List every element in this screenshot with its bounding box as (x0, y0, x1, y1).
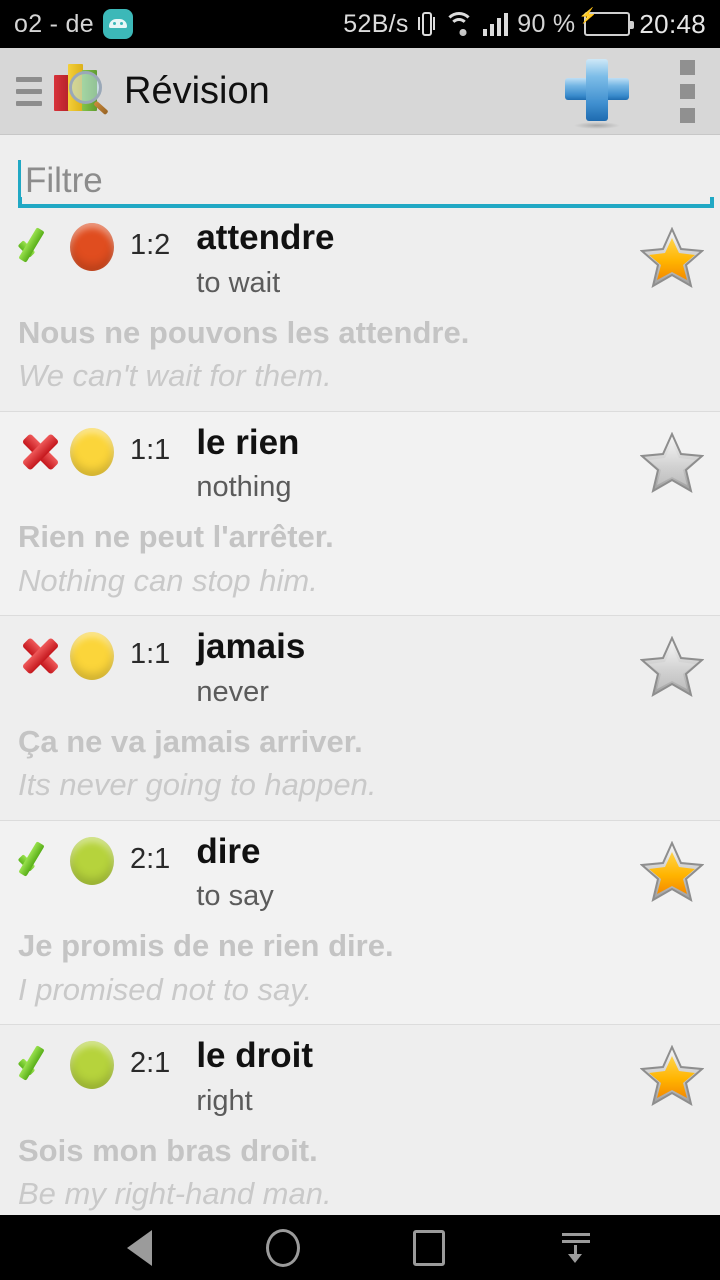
favorite-star-icon[interactable] (640, 227, 704, 289)
favorite-star-icon[interactable] (640, 636, 704, 698)
word-block: le rien nothing (196, 422, 640, 505)
score-ratio: 1:1 (130, 433, 171, 466)
status-dot-icon (70, 1041, 114, 1090)
search-input[interactable]: Filtre (18, 155, 702, 207)
term-label: jamais (196, 627, 306, 667)
example-block: Rien ne peut l'arrêter. Nothing can stop… (14, 518, 706, 601)
green-check-icon (14, 1041, 66, 1093)
example-target: Be my right-hand man. (18, 1176, 332, 1212)
score-ratio: 2:1 (130, 1047, 171, 1080)
hamburger-menu-icon[interactable] (16, 76, 42, 106)
list-item[interactable]: 1:1 le rien nothing Rien ne peut l'arrêt… (0, 411, 720, 617)
favorite-star-icon[interactable] (640, 1045, 704, 1107)
score-ratio: 1:1 (130, 638, 171, 671)
term-label: attendre (196, 218, 335, 257)
status-bar-right: 52B/s 90 % ⚡ 20:48 (343, 9, 706, 40)
text-caret (18, 160, 21, 202)
translation-label: to wait (196, 266, 281, 299)
status-dot-icon (70, 223, 114, 271)
term-label: le droit (196, 1036, 314, 1076)
example-source: Sois mon bras droit. (18, 1132, 318, 1168)
word-block: le droit right (196, 1037, 640, 1118)
example-source: Ça ne va jamais arriver. (18, 723, 363, 759)
vibrate-icon (417, 10, 435, 38)
translation-label: to say (196, 880, 274, 913)
list-item[interactable]: 2:1 le droit right Sois mon bras droit. … (0, 1025, 720, 1230)
list-item-header: 2:1 dire to say (14, 831, 706, 914)
android-robot-icon (102, 9, 133, 39)
battery-charging-icon: ⚡ (579, 9, 635, 36)
back-triangle-icon[interactable] (126, 1229, 152, 1266)
score-ratio: 1:2 (130, 229, 171, 261)
overflow-menu-icon[interactable] (680, 59, 696, 123)
red-cross-icon (14, 428, 66, 480)
example-source: Nous ne pouvons les attendre. (18, 314, 470, 350)
carrier-label: o2 - de (14, 9, 94, 38)
green-check-icon (14, 223, 66, 275)
example-target: I promised not to say. (18, 971, 313, 1007)
example-target: We can't wait for them. (18, 358, 332, 394)
favorite-star-icon[interactable] (640, 840, 704, 903)
home-circle-icon[interactable] (265, 1228, 300, 1267)
action-bar: Révision (0, 48, 720, 135)
status-dot-icon (70, 427, 114, 476)
word-block: attendre to wait (196, 218, 640, 300)
list-item-header: 1:1 le rien nothing (14, 422, 706, 505)
red-cross-icon (14, 632, 66, 684)
signal-bars-icon (482, 12, 509, 36)
status-bar-left: o2 - de (14, 9, 133, 39)
translation-label: never (196, 675, 269, 708)
example-block: Je promis de ne rien dire. I promised no… (14, 927, 706, 1010)
list-item-header: 2:1 le droit right (14, 1037, 706, 1118)
list-item[interactable]: 1:1 jamais never Ça ne va jamais arriver… (0, 616, 720, 821)
list-item-header: 1:1 jamais never (14, 628, 706, 709)
list-item[interactable]: 2:1 dire to say Je promis de ne rien dir… (0, 820, 720, 1026)
example-block: Nous ne pouvons les attendre. We can't w… (14, 314, 706, 397)
battery-percent-label: 90 % (517, 9, 576, 38)
android-nav-bar (0, 1215, 720, 1280)
word-block: jamais never (196, 628, 640, 709)
example-target: Its never going to happen. (18, 767, 377, 803)
translation-label: right (196, 1084, 253, 1117)
filter-bar: Filtre (0, 135, 720, 208)
term-label: dire (196, 831, 261, 871)
word-block: dire to say (196, 831, 640, 914)
example-source: Rien ne peut l'arrêter. (18, 519, 334, 555)
input-underline (18, 197, 714, 208)
list-item[interactable]: 1:2 attendre to wait Nous ne pouvons les… (0, 207, 720, 412)
score-ratio: 2:1 (130, 842, 171, 875)
hide-navbar-icon[interactable] (559, 1229, 593, 1267)
network-speed-label: 52B/s (343, 9, 409, 38)
favorite-star-icon[interactable] (640, 431, 704, 494)
term-label: le rien (196, 422, 300, 462)
example-block: Sois mon bras droit. Be my right-hand ma… (14, 1132, 706, 1215)
clock-label: 20:48 (639, 8, 706, 39)
list-item-header: 1:2 attendre to wait (14, 218, 706, 300)
plus-icon[interactable] (560, 56, 634, 129)
green-check-icon (14, 837, 66, 889)
action-bar-actions (560, 56, 704, 129)
recents-square-icon[interactable] (413, 1229, 446, 1266)
status-bar: o2 - de 52B/s 90 % ⚡ 20:48 (0, 0, 720, 48)
example-block: Ça ne va jamais arriver. Its never going… (14, 723, 706, 806)
wifi-icon (443, 12, 474, 36)
status-dot-icon (70, 836, 114, 885)
vocabulary-list: 1:2 attendre to wait Nous ne pouvons les… (0, 207, 720, 1230)
example-target: Nothing can stop him. (18, 562, 318, 598)
chart-magnifier-icon (48, 62, 110, 120)
search-placeholder: Filtre (25, 161, 103, 200)
page-title: Révision (124, 69, 270, 112)
translation-label: nothing (196, 471, 292, 504)
example-source: Je promis de ne rien dire. (18, 928, 394, 964)
status-dot-icon (70, 632, 114, 681)
